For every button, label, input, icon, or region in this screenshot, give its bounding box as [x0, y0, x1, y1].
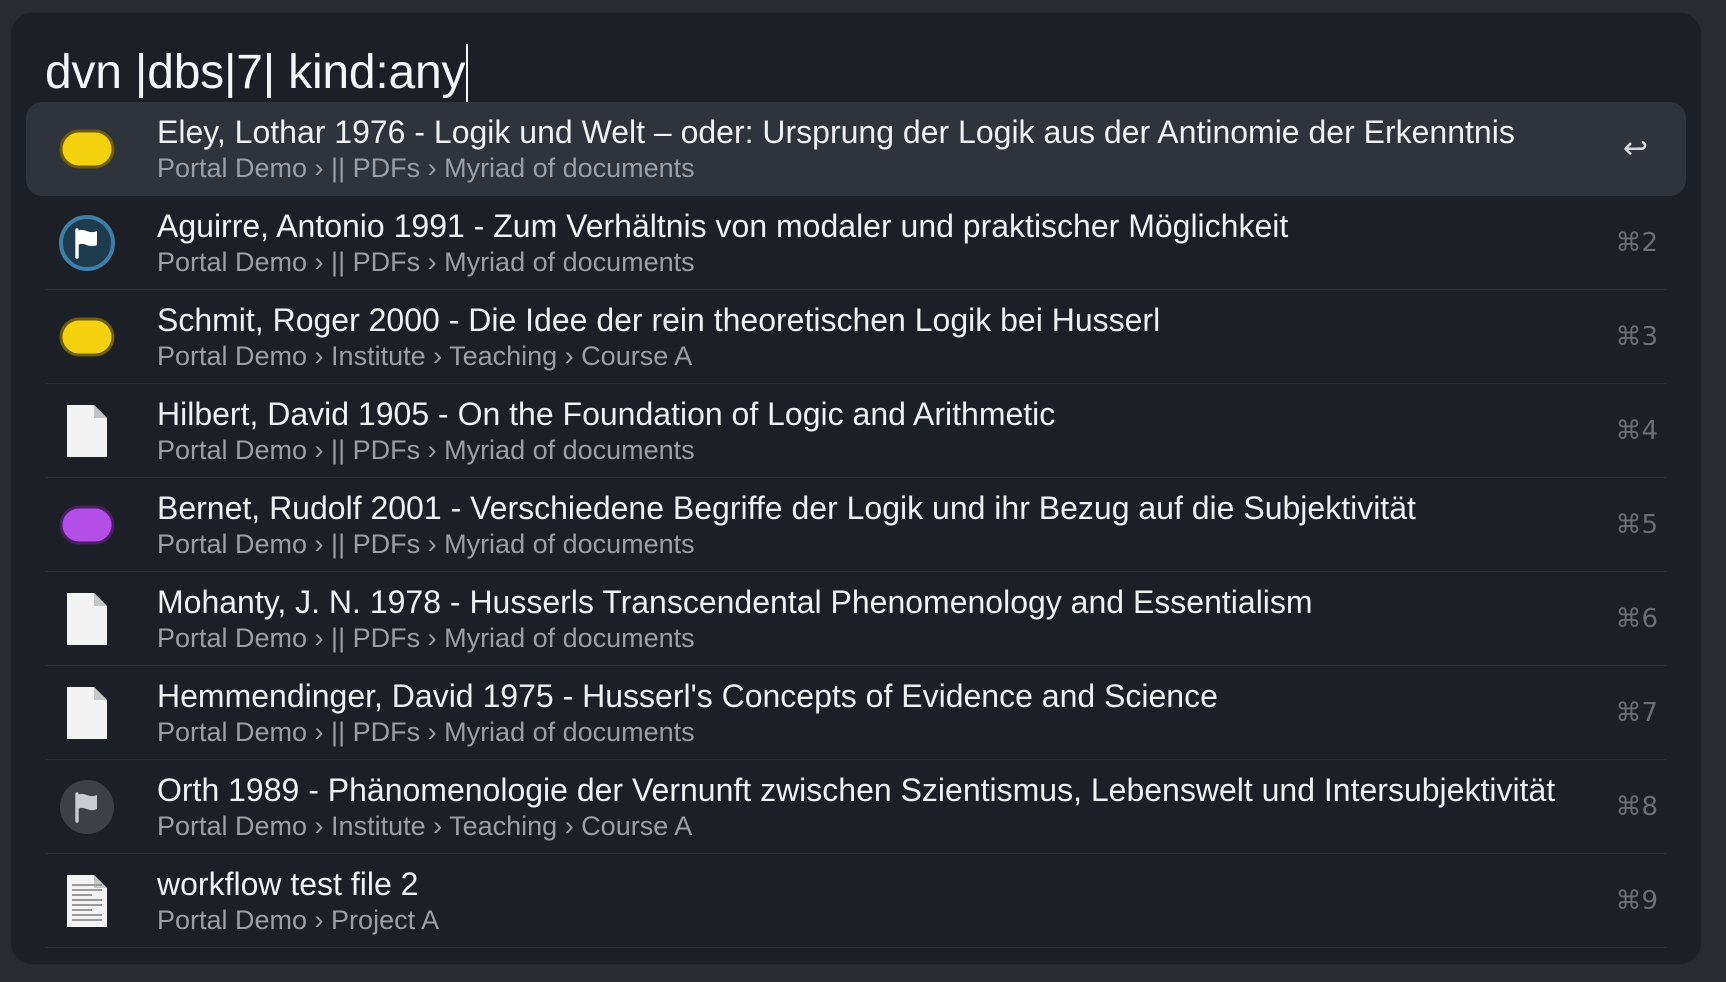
result-path: Portal Demo › Institute › Teaching › Cou… [157, 811, 693, 841]
results-list: Eley, Lothar 1976 - Logik und Welt – ode… [26, 102, 1686, 948]
row-divider [46, 947, 1666, 948]
text-caret [466, 44, 469, 102]
result-title: Eley, Lothar 1976 - Logik und Welt – ode… [157, 114, 1515, 150]
purple-tag-icon [56, 497, 118, 553]
result-path: Portal Demo › || PDFs › Myriad of docume… [157, 435, 695, 465]
result-title: Bernet, Rudolf 2001 - Verschiedene Begri… [157, 490, 1416, 526]
search-field[interactable]: dvn |dbs|7| kind:any [45, 37, 469, 109]
shortcut-hint: ⌘5 [1615, 510, 1658, 540]
result-row[interactable]: Orth 1989 - Phänomenologie der Vernunft … [26, 760, 1686, 854]
result-title: Hemmendinger, David 1975 - Husserl's Con… [157, 678, 1218, 714]
result-path: Portal Demo › || PDFs › Myriad of docume… [157, 623, 695, 653]
return-key-icon: ↩ [1622, 131, 1648, 166]
shortcut-hint: ⌘9 [1615, 886, 1658, 916]
result-row[interactable]: Eley, Lothar 1976 - Logik und Welt – ode… [26, 102, 1686, 196]
result-row[interactable]: Bernet, Rudolf 2001 - Verschiedene Begri… [26, 478, 1686, 572]
result-row[interactable]: Mohanty, J. N. 1978 - Husserls Transcend… [26, 572, 1686, 666]
blue-flag-icon [56, 215, 118, 271]
shortcut-hint: ⌘8 [1615, 792, 1658, 822]
launcher-window: dvn |dbs|7| kind:any Eley, Lothar 1976 -… [11, 13, 1701, 964]
document-icon [56, 403, 118, 459]
shortcut-hint: ⌘2 [1615, 228, 1658, 258]
shortcut-hint: ⌘4 [1615, 416, 1658, 446]
result-path: Portal Demo › || PDFs › Myriad of docume… [157, 717, 695, 747]
result-row[interactable]: Hemmendinger, David 1975 - Husserl's Con… [26, 666, 1686, 760]
shortcut-hint: ⌘6 [1615, 604, 1658, 634]
yellow-tag-icon [56, 309, 118, 365]
result-title: Mohanty, J. N. 1978 - Husserls Transcend… [157, 584, 1313, 620]
gray-flag-icon [56, 779, 118, 835]
document-icon [56, 685, 118, 741]
yellow-tag-icon [56, 121, 118, 177]
result-title: Schmit, Roger 2000 - Die Idee der rein t… [157, 302, 1161, 338]
result-path: Portal Demo › Institute › Teaching › Cou… [157, 341, 693, 371]
result-row[interactable]: Hilbert, David 1905 - On the Foundation … [26, 384, 1686, 478]
result-path: Portal Demo › || PDFs › Myriad of docume… [157, 529, 695, 559]
result-path: Portal Demo › Project A [157, 905, 440, 935]
text-document-icon [56, 873, 118, 929]
result-row[interactable]: Aguirre, Antonio 1991 - Zum Verhältnis v… [26, 196, 1686, 290]
document-icon [56, 591, 118, 647]
search-query-text[interactable]: dvn |dbs|7| kind:any [45, 37, 466, 109]
result-title: Hilbert, David 1905 - On the Foundation … [157, 396, 1056, 432]
result-title: workflow test file 2 [157, 866, 419, 902]
result-row[interactable]: workflow test file 2 Portal Demo › Projec… [26, 854, 1686, 948]
result-path: Portal Demo › || PDFs › Myriad of docume… [157, 247, 695, 277]
result-row[interactable]: Schmit, Roger 2000 - Die Idee der rein t… [26, 290, 1686, 384]
result-path: Portal Demo › || PDFs › Myriad of docume… [157, 153, 695, 183]
result-title: Orth 1989 - Phänomenologie der Vernunft … [157, 772, 1556, 808]
shortcut-hint: ⌘3 [1615, 322, 1658, 352]
result-title: Aguirre, Antonio 1991 - Zum Verhältnis v… [157, 208, 1289, 244]
shortcut-hint: ⌘7 [1615, 698, 1658, 728]
